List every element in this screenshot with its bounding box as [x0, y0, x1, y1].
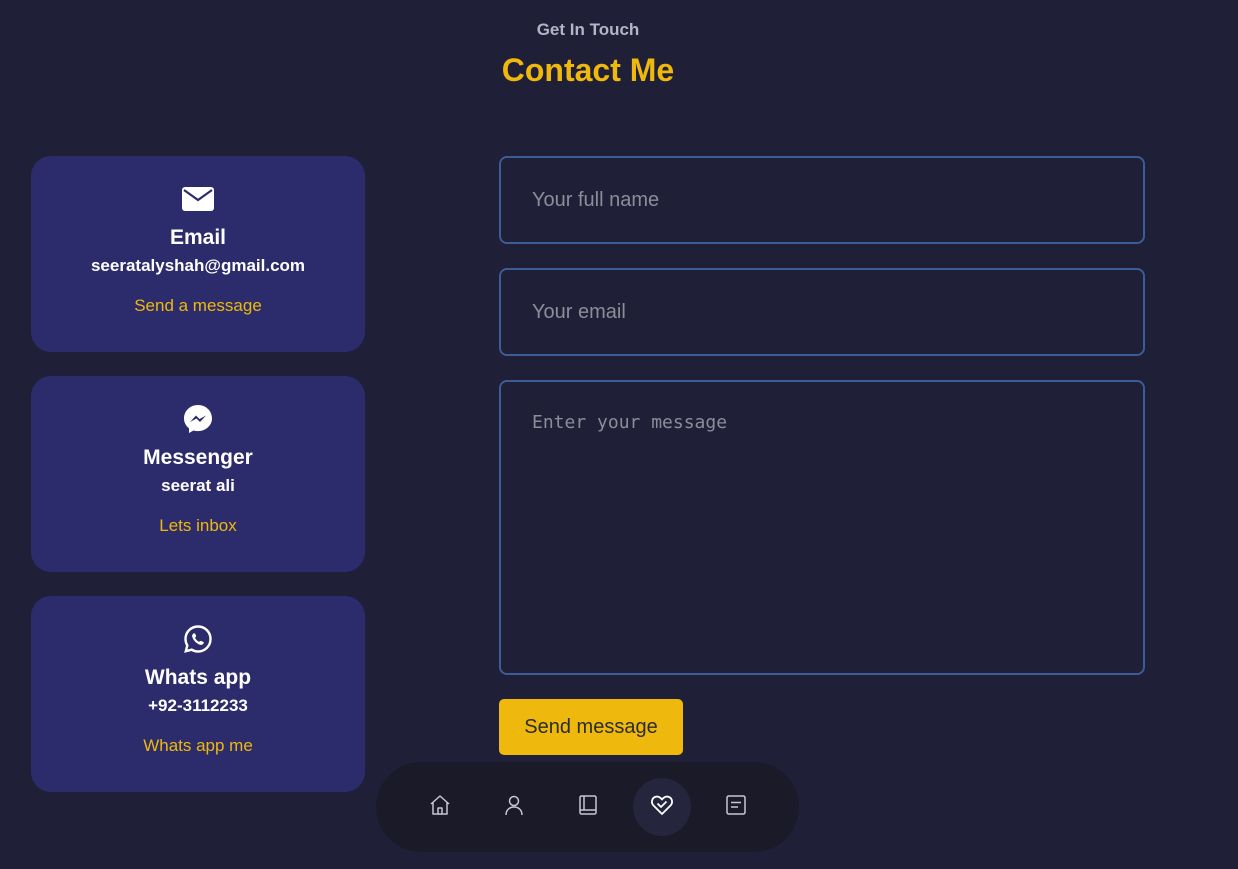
whatsapp-number: +92-3112233 — [148, 696, 248, 715]
email-card: Email seeratalyshah@gmail.com Send a mes… — [31, 156, 365, 352]
bottom-nav — [376, 762, 799, 852]
nav-services[interactable] — [632, 778, 691, 836]
send-a-message-link[interactable]: Send a message — [134, 296, 262, 316]
user-icon — [503, 794, 525, 821]
send-message-button[interactable]: Send message — [499, 699, 683, 755]
nav-about[interactable] — [485, 778, 543, 836]
lets-inbox-link[interactable]: Lets inbox — [159, 516, 237, 536]
contact-page: Get In Touch Contact Me Email seeratalys… — [0, 0, 1238, 869]
whatsapp-card-title: Whats app — [144, 666, 252, 689]
messenger-card: Messenger seerat ali Lets inbox — [31, 376, 365, 572]
book-icon — [577, 794, 599, 821]
messenger-username: seerat ali — [161, 476, 235, 495]
nav-contact[interactable] — [707, 778, 765, 836]
message-icon — [725, 794, 747, 821]
messenger-card-title: Messenger — [143, 446, 253, 469]
email-input[interactable] — [499, 268, 1145, 356]
whats-app-me-link[interactable]: Whats app me — [143, 736, 253, 756]
section-subtitle: Get In Touch — [536, 20, 640, 39]
messenger-icon — [183, 404, 213, 434]
home-icon — [429, 794, 451, 821]
email-address: seeratalyshah@gmail.com — [90, 256, 306, 275]
message-textarea[interactable] — [499, 380, 1145, 675]
full-name-input[interactable] — [499, 156, 1145, 244]
services-icon — [650, 794, 674, 821]
email-card-title: Email — [169, 226, 227, 249]
whatsapp-card: Whats app +92-3112233 Whats app me — [31, 596, 365, 792]
nav-experience[interactable] — [559, 778, 617, 836]
whatsapp-icon — [183, 624, 213, 654]
envelope-icon — [182, 184, 214, 214]
nav-home[interactable] — [411, 778, 469, 836]
section-title: Contact Me — [501, 52, 675, 88]
